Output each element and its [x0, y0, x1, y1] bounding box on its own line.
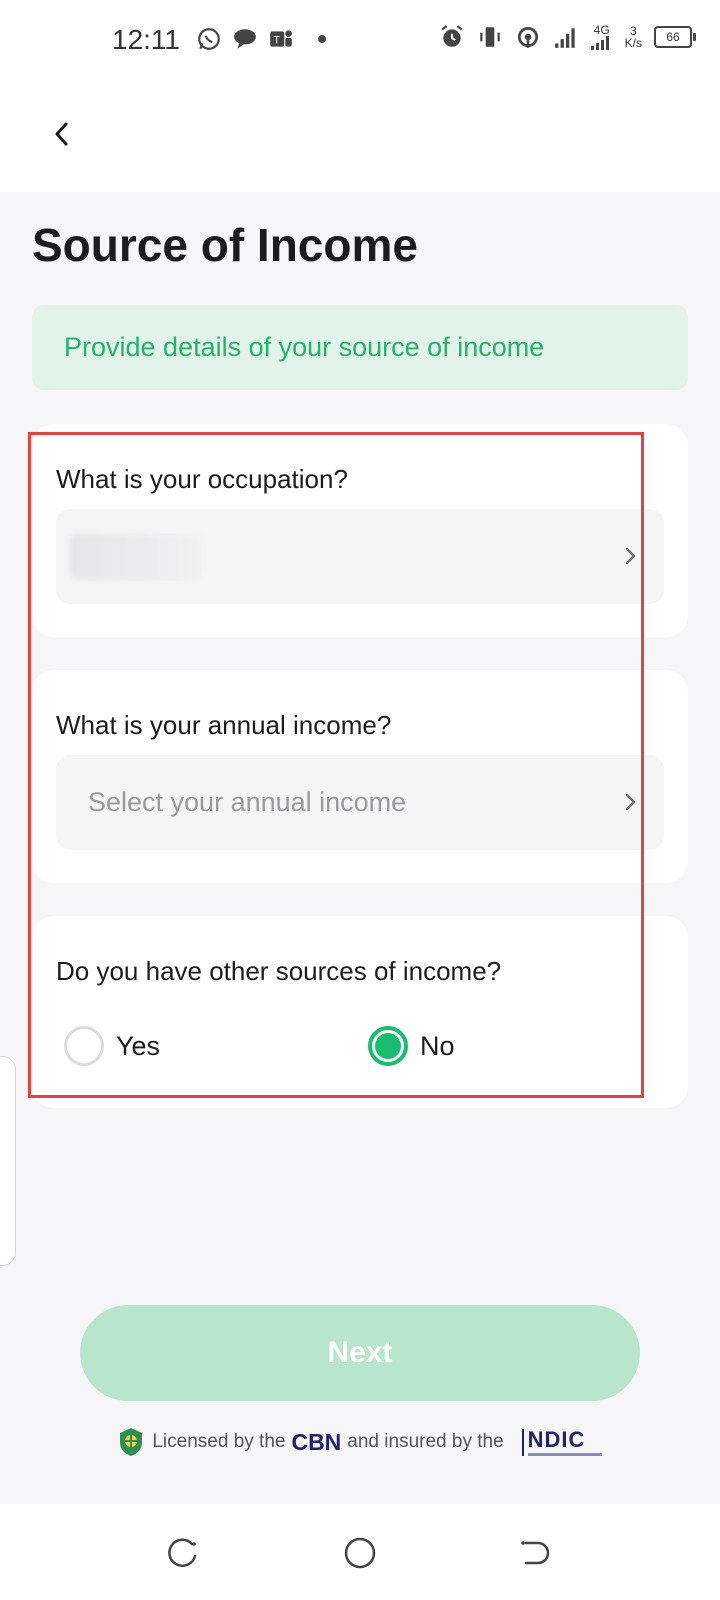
vibrate-icon — [479, 27, 500, 47]
teams-icon: T — [270, 30, 292, 47]
cbn-crest-icon — [120, 1428, 143, 1456]
edge-panel-handle[interactable] — [0, 1056, 16, 1266]
status-bar: 12:11 T 4G 3 K/s 66 — [0, 0, 720, 80]
radio-yes-label: Yes — [116, 1030, 161, 1061]
back-button[interactable] — [40, 112, 84, 156]
other-income-label: Do you have other sources of income? — [56, 956, 502, 986]
system-icons: 4G 3 K/s 66 — [439, 23, 696, 50]
occupation-select[interactable] — [56, 509, 664, 604]
more-notifications-dot — [318, 35, 326, 43]
network-type-label: 4G — [593, 23, 610, 37]
chat-bubble-icon — [234, 29, 256, 49]
notification-icons: T — [196, 26, 326, 52]
other-income-card: Do you have other sources of income? Yes… — [32, 916, 688, 1108]
ndic-logo: NDIC — [521, 1426, 602, 1456]
system-nav-bar — [0, 1504, 720, 1600]
page-title: Source of Income — [32, 219, 418, 271]
battery-icon: 66 — [654, 26, 696, 48]
app-bar — [0, 80, 720, 192]
license-footer: Licensed by the CBN and insured by the N… — [0, 1426, 720, 1458]
network-speed-unit: K/s — [624, 36, 642, 50]
annual-income-select[interactable]: Select your annual income — [56, 755, 664, 850]
radio-no-label: No — [420, 1030, 455, 1061]
ndic-subtitle-bar — [527, 1452, 602, 1456]
chevron-left-icon — [55, 122, 68, 146]
annual-income-placeholder: Select your annual income — [88, 787, 407, 817]
radio-yes[interactable]: Yes — [64, 1026, 160, 1066]
occupation-label: What is your occupation? — [56, 464, 348, 494]
license-prefix: Licensed by the — [152, 1431, 286, 1452]
hotspot-icon — [517, 26, 538, 48]
info-banner-text: Provide details of your source of income — [64, 332, 545, 362]
svg-text:T: T — [273, 34, 280, 46]
radio-no-circle — [368, 1026, 408, 1066]
annual-income-card: What is your annual income? Select your … — [32, 670, 688, 883]
status-time: 12:11 — [112, 24, 180, 55]
alarm-icon — [441, 25, 463, 47]
network-speed: 3 K/s — [625, 25, 642, 49]
annual-income-label: What is your annual income? — [56, 710, 392, 740]
ndic-text: NDIC — [527, 1426, 586, 1452]
recents-icon[interactable] — [166, 1536, 200, 1570]
signal-icon — [554, 28, 575, 48]
whatsapp-icon — [198, 28, 220, 50]
info-banner: Provide details of your source of income — [32, 305, 688, 390]
back-nav-icon[interactable] — [518, 1536, 552, 1570]
signal-bars-icon — [590, 36, 609, 50]
license-middle: and insured by the — [347, 1431, 504, 1452]
occupation-card: What is your occupation? — [32, 424, 688, 637]
battery-level: 66 — [666, 30, 680, 44]
radio-no[interactable]: No — [368, 1026, 455, 1066]
occupation-value-redacted — [70, 534, 202, 580]
radio-yes-circle — [64, 1026, 104, 1066]
cbn-text: CBN — [291, 1428, 342, 1455]
next-button[interactable]: Next — [80, 1305, 640, 1401]
home-icon[interactable] — [343, 1536, 377, 1570]
chevron-right-icon — [625, 793, 636, 811]
chevron-right-icon — [625, 547, 636, 565]
network-type: 4G — [590, 23, 613, 50]
